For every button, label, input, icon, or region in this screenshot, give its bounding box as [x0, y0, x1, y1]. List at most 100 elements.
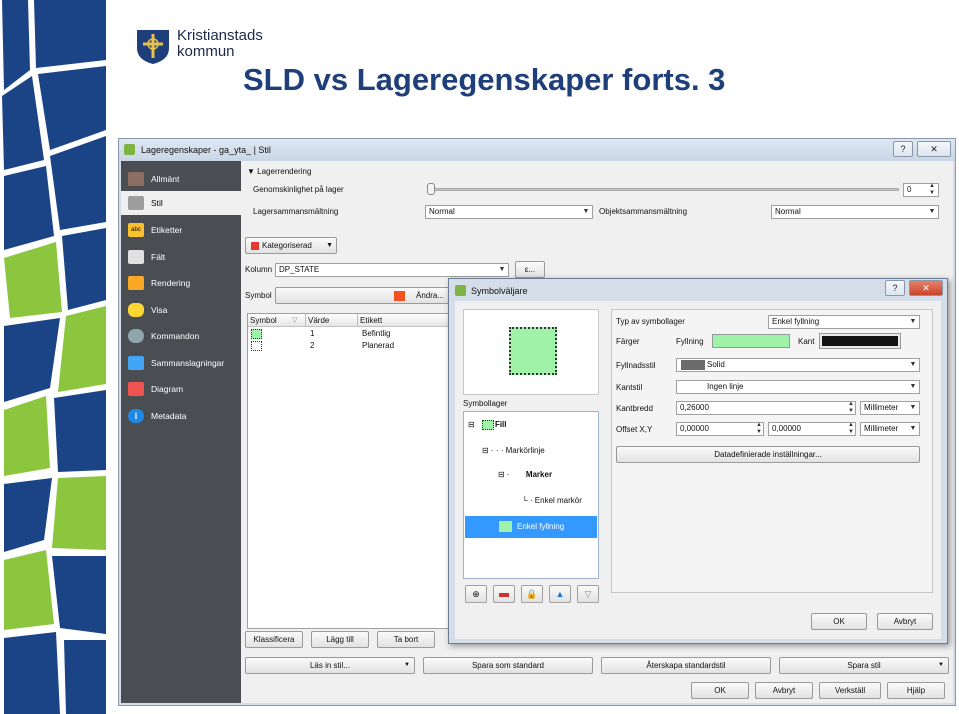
tree-node-simple-marker[interactable]: └ · Enkel markör [522, 496, 582, 505]
sidebar-item-allmant[interactable]: Allmänt [121, 167, 241, 191]
dialog-cancel-button[interactable]: Avbryt [877, 613, 933, 630]
close-button[interactable]: ✕ [917, 141, 951, 157]
dialog-body: Symbollager ⊟ Fill ⊟ · · · Markörlinje ⊟… [455, 301, 941, 639]
border-width-unit-select[interactable]: Millimeter ▼ [860, 401, 920, 415]
tree-node-simple-fill[interactable]: Enkel fyllning [465, 516, 597, 538]
expression-button[interactable]: ε... [515, 261, 545, 278]
offset-y-input[interactable]: 0,00000 [768, 422, 856, 436]
chevron-down-icon: ▼ [498, 266, 506, 273]
lock-icon[interactable]: 🔒 [521, 585, 543, 603]
symbol-label: Symbol [245, 291, 272, 300]
table-row[interactable]: 1 Befintlig [248, 328, 452, 340]
add-layer-icon[interactable]: ⊕ [465, 585, 487, 603]
dialog-help-button[interactable]: ? [885, 280, 905, 296]
remove-layer-icon[interactable] [493, 585, 515, 603]
delete-button[interactable]: Ta bort [377, 631, 435, 648]
chevron-down-icon: ▼ [909, 404, 917, 411]
symbol-color-swatch [394, 291, 405, 301]
border-style-select[interactable]: Ingen linje ▼ [676, 380, 920, 394]
column-select[interactable]: DP_STATE ▼ [275, 263, 509, 277]
border-width-input[interactable]: 0,26000 [676, 401, 856, 415]
opacity-slider[interactable] [429, 188, 899, 191]
fill-color-button[interactable] [712, 334, 790, 348]
help-button-bottom[interactable]: Hjälp [887, 682, 945, 699]
cancel-button[interactable]: Avbryt [755, 682, 813, 699]
chevron-down-icon: ▼ [326, 242, 333, 249]
move-up-icon[interactable]: ▲ [549, 585, 571, 603]
offset-unit-select[interactable]: Millimeter ▼ [860, 422, 920, 436]
column-header-label[interactable]: Etikett [358, 314, 452, 327]
section-toggle[interactable]: ▼ Lagerrendering [247, 167, 311, 176]
opacity-slider-handle[interactable] [427, 183, 435, 195]
sidebar-item-label: Fält [151, 252, 166, 262]
offset-x-spinner[interactable]: ▲ ▼ [754, 422, 764, 436]
colors-label: Färger [616, 337, 640, 346]
sidebar-item-etiketter[interactable]: abc Etiketter [121, 218, 241, 242]
tree-node-fill[interactable]: ⊟ Fill [468, 420, 507, 430]
change-symbol-button[interactable]: Ändra... [275, 287, 451, 304]
logo-line-1: Kristianstads [177, 27, 263, 44]
slide-title: SLD vs Lageregenskaper forts. 3 [243, 62, 726, 97]
tree-label: Enkel fyllning [517, 522, 565, 531]
opacity-spinner[interactable]: ▲ ▼ [927, 183, 937, 197]
table-cell-label: Befintlig [362, 329, 391, 338]
sidebar-item-label: Rendering [151, 278, 191, 288]
qgis-icon [455, 285, 466, 296]
sidebar-item-label: Allmänt [151, 174, 180, 184]
renderer-value: Kategoriserad [262, 241, 312, 250]
border-width-spinner[interactable]: ▲ ▼ [846, 401, 856, 415]
move-down-icon[interactable]: ▽ [577, 585, 599, 603]
window-titlebar: Lageregenskaper - ga_yta_ | Stil ? ✕ [119, 139, 955, 161]
fill-style-select[interactable]: Solid ▼ [676, 358, 920, 372]
dialog-ok-button[interactable]: OK [811, 613, 867, 630]
preview-swatch [509, 327, 557, 375]
save-default-button[interactable]: Spara som standard [423, 657, 593, 674]
dialog-close-button[interactable]: ✕ [909, 280, 943, 296]
sidebar-item-sammanslagningar[interactable]: Sammanslagningar [121, 351, 241, 375]
chevron-down-icon: ▼ [404, 662, 410, 668]
layer-blend-value: Normal [429, 207, 455, 216]
data-defined-button[interactable]: Datadefinierade inställningar... [616, 446, 920, 463]
sidebar-item-kommandon[interactable]: Kommandon [121, 324, 241, 348]
dialog-title: Symbolväljare [471, 286, 528, 296]
layer-blend-select[interactable]: Normal ▼ [425, 205, 593, 219]
layer-type-select[interactable]: Enkel fyllning ▼ [768, 315, 920, 329]
fill-swatch [482, 420, 494, 430]
classify-button[interactable]: Klassificera [245, 631, 303, 648]
diagram-icon [128, 382, 144, 396]
add-button[interactable]: Lägg till [311, 631, 369, 648]
ok-button[interactable]: OK [691, 682, 749, 699]
offset-x-input[interactable]: 0,00000 [676, 422, 764, 436]
sidebar-item-falt[interactable]: Fält [121, 245, 241, 269]
sidebar: Allmänt Stil abc Etiketter Fält Rendering… [121, 161, 241, 703]
sidebar-item-label: Metadata [151, 411, 187, 421]
tree-node-marker-line[interactable]: ⊟ · · · Markörlinje [482, 446, 545, 455]
feature-blend-select[interactable]: Normal ▼ [771, 205, 939, 219]
gear-icon [128, 329, 144, 343]
symbol-preview [463, 309, 599, 395]
sidebar-item-visa[interactable]: Visa [121, 298, 241, 322]
border-style-label: Kantstil [616, 383, 643, 392]
column-header-value[interactable]: Värde [306, 314, 358, 327]
apply-button[interactable]: Verkställ [819, 682, 881, 699]
table-row[interactable]: 2 Planerad [248, 340, 452, 352]
tools-icon [128, 172, 144, 186]
help-button[interactable]: ? [893, 141, 913, 157]
tree-node-marker[interactable]: ⊟ · Marker [498, 470, 552, 479]
layer-type-label: Typ av symbollager [616, 317, 685, 326]
fill-style-label: Fyllnadsstil [616, 361, 656, 370]
symbol-layers-label: Symbollager [463, 399, 508, 408]
sidebar-item-metadata[interactable]: i Metadata [121, 404, 241, 428]
save-style-label: Spara stil [847, 661, 881, 670]
sidebar-item-rendering[interactable]: Rendering [121, 271, 241, 295]
border-color-button[interactable] [819, 333, 901, 349]
sidebar-item-stil[interactable]: Stil [121, 191, 241, 215]
sidebar-item-label: Visa [151, 305, 168, 315]
offset-y-spinner[interactable]: ▲ ▼ [846, 422, 856, 436]
renderer-select[interactable]: Kategoriserad ▼ [245, 237, 337, 254]
sidebar-item-diagram[interactable]: Diagram [121, 377, 241, 401]
chevron-down-icon: ▼ [909, 383, 917, 390]
load-style-button[interactable]: Läs in stil... ▼ [245, 657, 415, 674]
save-style-button[interactable]: Spara stil ▼ [779, 657, 949, 674]
restore-default-button[interactable]: Återskapa standardstil [601, 657, 771, 674]
